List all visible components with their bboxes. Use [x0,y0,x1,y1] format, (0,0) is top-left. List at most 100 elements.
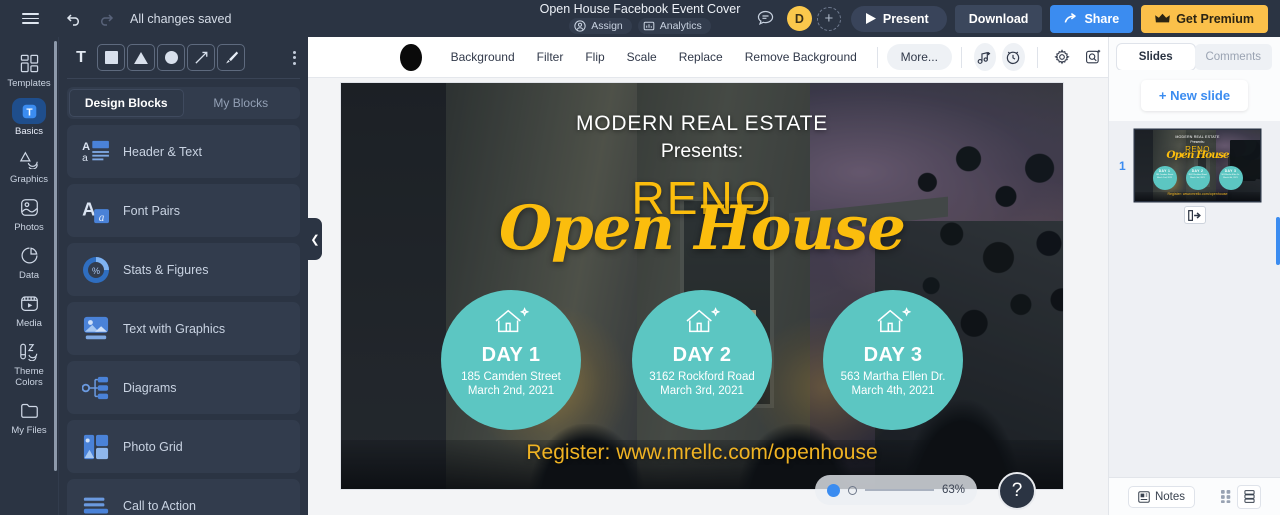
timer-icon[interactable] [1002,43,1025,71]
toolbar-separator-3 [1036,46,1038,68]
rail-item-data[interactable]: Data [0,237,58,285]
triangle-tool[interactable] [127,44,155,71]
slide-register-text[interactable]: Register: www.mrellc.com/openhouse [341,441,1063,465]
rail-item-basics[interactable]: T Basics [0,93,58,141]
assign-button[interactable]: Assign [569,18,632,34]
rail-item-media[interactable]: Media [0,285,58,333]
new-slide-button[interactable]: + New slide [1140,80,1249,111]
block-font-pairs[interactable]: Aa Font Pairs [67,184,300,237]
comment-icon[interactable] [753,6,779,32]
rail-item-graphics[interactable]: Graphics [0,141,58,189]
day-circle-3[interactable]: DAY 3 563 Martha Ellen Dr. March 4th, 20… [823,290,963,430]
block-header-text[interactable]: Aa Header & Text [67,125,300,178]
tab-design-blocks[interactable]: Design Blocks [69,89,184,117]
rail-item-theme-colors[interactable]: Theme Colors [0,333,58,392]
rail-item-templates[interactable]: Templates [0,45,58,93]
thumb-day-label-2: DAY 2 [1191,169,1204,173]
photos-image-icon [14,194,44,220]
rail-item-photos[interactable]: Photos [0,189,58,237]
redo-icon[interactable] [90,4,122,34]
home-star-icon [492,306,530,341]
grid-view-icon[interactable] [1216,486,1238,508]
rail-label-graphics: Graphics [9,174,48,185]
slide-title-script[interactable]: Open House [341,193,1063,264]
zoom-slider-track[interactable] [865,489,934,491]
slide-canvas[interactable]: MODERN REAL ESTATE Presents: RENO Open H… [341,83,1063,489]
thumb-day-circle-3: DAY 3 563 Martha Ellen Dr. March 4th, 20… [1218,166,1243,190]
remove-background-button[interactable]: Remove Background [734,44,868,70]
zoom-out-icon[interactable] [827,483,840,497]
get-premium-button[interactable]: Get Premium [1141,4,1268,33]
document-title[interactable]: Open House Facebook Event Cover [540,2,741,16]
square-tool[interactable] [97,44,125,71]
more-tools[interactable] [293,50,302,65]
block-text-with-graphics[interactable]: Text with Graphics [67,302,300,355]
insert-slide-icon[interactable] [1184,207,1205,223]
assign-label: Assign [591,20,623,32]
right-panel-scrollbar[interactable] [1276,217,1280,265]
block-call-to-action[interactable]: Call to Action [67,479,300,515]
block-photo-grid[interactable]: Photo Grid [67,420,300,473]
rail-item-my-files[interactable]: My Files [0,392,58,440]
add-audio-icon[interactable] [973,43,997,71]
undo-icon[interactable] [58,4,90,34]
slide-subline[interactable]: Presents: [341,140,1063,163]
rail-label-theme-colors: Theme Colors [14,366,44,388]
avatar[interactable]: D [786,6,812,31]
tab-slides[interactable]: Slides [1117,44,1195,70]
canvas-toolbar: Background Filter Flip Scale Replace Rem… [308,37,1108,78]
text-with-graphics-icon [81,314,111,344]
stats-figures-icon: % [81,255,111,285]
list-view-icon[interactable] [1238,485,1261,508]
more-button[interactable]: More... [886,44,952,70]
rail-scrollbar[interactable] [54,41,57,471]
graphics-shapes-icon [14,146,44,172]
data-piechart-icon [14,242,44,268]
day-circle-2[interactable]: DAY 2 3162 Rockford Road March 3rd, 2021 [632,290,772,430]
notes-button[interactable]: Notes [1128,486,1195,507]
share-arrow-icon [1065,12,1077,23]
replace-button[interactable]: Replace [668,44,734,70]
shape-tool-row: T [59,37,308,78]
thumb-day-date-1: March 2nd, 2021 [1156,176,1172,179]
scale-button[interactable]: Scale [616,44,668,70]
zoom-control[interactable]: 63% [815,475,977,505]
help-button[interactable]: ? [998,472,1036,510]
block-diagrams[interactable]: Diagrams [67,361,300,414]
download-button[interactable]: Download [954,4,1043,33]
tab-my-blocks[interactable]: My Blocks [184,89,299,117]
rail-label-photos: Photos [14,222,44,233]
hamburger-menu-icon[interactable] [14,4,46,34]
background-button[interactable]: Background [440,44,526,70]
canvas-area: Background Filter Flip Scale Replace Rem… [308,37,1108,515]
brush-tool[interactable] [217,44,245,71]
color-swatch-button[interactable] [400,43,422,71]
slider-handle-icon[interactable] [848,485,857,495]
text-tool[interactable]: T [67,44,95,71]
svg-text:T: T [26,107,33,118]
canvas-stage[interactable]: ❮ MODERN REAL ESTATE Presents: RENO Open… [308,78,1108,515]
block-stats-figures[interactable]: % Stats & Figures [67,243,300,296]
circle-tool[interactable] [157,44,185,71]
add-collaborator-icon[interactable]: + [816,6,841,31]
share-button[interactable]: Share [1050,4,1134,33]
chevron-left-icon[interactable]: ❮ [308,218,322,260]
thumb-day-date-2: March 3rd, 2021 [1190,176,1205,179]
tab-comments[interactable]: Comments [1194,44,1272,70]
present-button[interactable]: Present [850,5,947,32]
flip-button[interactable]: Flip [574,44,615,70]
day-circle-1[interactable]: DAY 1 185 Camden Street March 2nd, 2021 [441,290,581,430]
slide-thumbnail[interactable]: MODERN REAL ESTATE Presents: RENO Open H… [1135,130,1260,201]
filter-button[interactable]: Filter [526,44,575,70]
share-label: Share [1084,11,1120,26]
diagrams-icon [81,373,111,403]
slide-headline[interactable]: MODERN REAL ESTATE [341,112,1063,136]
thumb-day-circle-2: DAY 2 3162 Rockford Road March 3rd, 2021 [1185,166,1210,190]
present-label: Present [882,11,929,26]
gear-icon[interactable] [1051,44,1072,70]
find-replace-icon[interactable] [1082,44,1103,70]
slide-list-item-1[interactable]: 1 MODERN REAL ESTATE Presents: RENO Open… [1109,130,1280,201]
analytics-button[interactable]: Analytics [637,18,711,34]
rail-label-basics: Basics [15,126,43,137]
line-tool[interactable] [187,44,215,71]
